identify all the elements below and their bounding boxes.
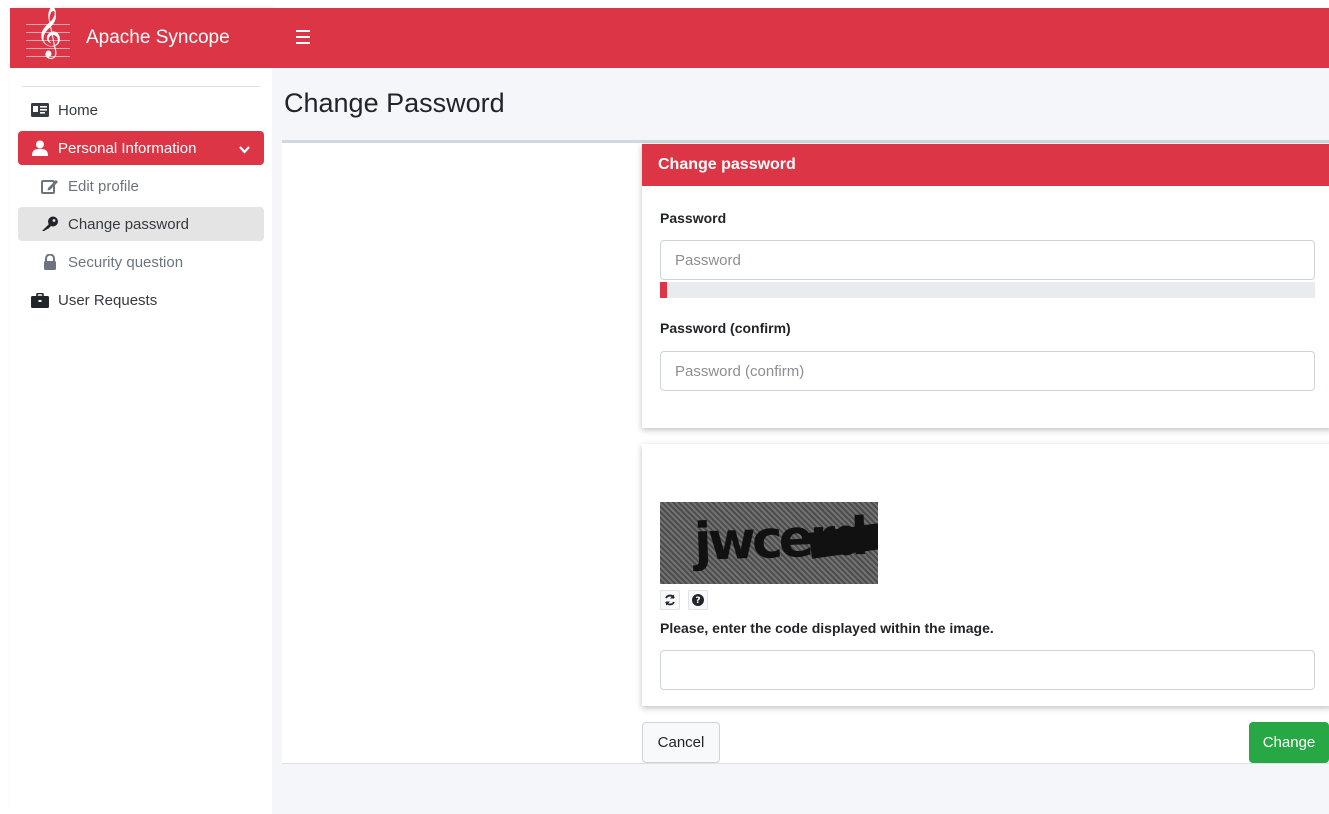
sidebar-item-label: Home: [58, 101, 99, 119]
sidebar-nav: Home Personal Information Edit profile C…: [10, 87, 272, 327]
sidebar-item-edit-profile[interactable]: Edit profile: [18, 169, 264, 203]
brand-bar[interactable]: 𝄞 Apache Syncope: [10, 8, 272, 68]
password-confirm-input[interactable]: [660, 351, 1315, 391]
chevron-down-icon: [239, 141, 250, 158]
cancel-button[interactable]: Cancel: [642, 722, 720, 763]
sidebar-item-label: Change password: [68, 215, 189, 233]
sidebar-item-personal-information[interactable]: Personal Information: [18, 131, 264, 165]
menu-toggle-icon[interactable]: [296, 30, 310, 44]
captcha-image: jwcerd: [660, 502, 878, 584]
sidebar-item-security-question[interactable]: Security question: [18, 245, 264, 279]
page-title: Change Password: [284, 88, 505, 118]
sidebar: 𝄞 Apache Syncope Home Personal Informati…: [10, 8, 272, 814]
password-strength-fill: [660, 282, 667, 298]
password-confirm-label: Password (confirm): [660, 320, 791, 336]
brand-title: Apache Syncope: [86, 27, 230, 48]
sidebar-item-label: Personal Information: [58, 139, 197, 157]
sidebar-item-label: User Requests: [58, 291, 158, 309]
captcha-card: jwcerd ? Please, enter the code displaye…: [642, 444, 1329, 706]
password-input[interactable]: [660, 240, 1315, 280]
sidebar-item-label: Security question: [68, 253, 184, 271]
user-icon: [30, 140, 50, 156]
captcha-instruction: Please, enter the code displayed within …: [660, 620, 994, 636]
password-label: Password: [660, 210, 727, 226]
card-header: Change password: [642, 144, 1329, 186]
change-password-card: Change password Password Password (confi…: [642, 144, 1329, 428]
question-circle-icon[interactable]: ?: [688, 590, 708, 610]
lock-icon: [40, 254, 60, 270]
sidebar-item-home[interactable]: Home: [18, 93, 264, 127]
top-navbar: [272, 8, 1329, 68]
sidebar-item-user-requests[interactable]: User Requests: [18, 283, 264, 317]
treble-clef-logo: 𝄞: [26, 8, 70, 68]
id-card-icon: [30, 102, 50, 118]
key-icon: [40, 216, 60, 232]
svg-text:?: ?: [695, 596, 700, 606]
change-button[interactable]: Change: [1249, 722, 1329, 763]
sidebar-item-label: Edit profile: [68, 177, 139, 195]
content-wrapper: Change Password Change password Password…: [272, 68, 1329, 814]
password-strength-meter: [660, 282, 1315, 298]
edit-icon: [40, 178, 60, 194]
briefcase-icon: [30, 292, 50, 308]
refresh-icon[interactable]: [660, 590, 680, 610]
captcha-input[interactable]: [660, 650, 1315, 690]
sidebar-item-change-password[interactable]: Change password: [18, 207, 264, 241]
